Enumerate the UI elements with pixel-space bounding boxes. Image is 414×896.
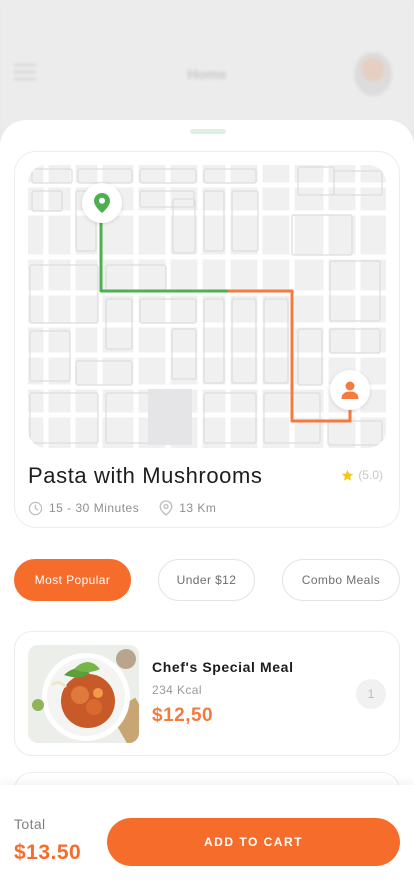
meal-image xyxy=(28,645,139,743)
background-title: Home xyxy=(187,66,227,82)
add-to-cart-button[interactable]: ADD TO CART xyxy=(107,818,400,866)
filter-chips: Most Popular Under $12 Combo Meals xyxy=(14,559,400,601)
chip-most-popular[interactable]: Most Popular xyxy=(14,559,131,601)
destination-marker[interactable] xyxy=(330,370,370,410)
total-label: Total xyxy=(14,816,46,832)
meal-name: Chef's Special Meal xyxy=(152,659,294,675)
delivery-meta: 15 - 30 Minutes 13 Km xyxy=(28,500,236,516)
sheet-grabber[interactable] xyxy=(190,129,226,134)
person-icon xyxy=(341,381,359,399)
meal-card[interactable]: Chef's Special Meal 234 Kcal $12,50 1 xyxy=(14,631,400,756)
avatar xyxy=(354,52,392,96)
star-icon xyxy=(342,469,354,481)
map-pin-icon xyxy=(94,193,110,213)
rating: (5.0) xyxy=(341,468,383,482)
background-header: Home xyxy=(0,0,414,130)
delivery-time: 15 - 30 Minutes xyxy=(28,501,139,516)
total-value: $13.50 xyxy=(14,841,82,864)
restaurant-card: Pasta with Mushrooms (5.0) 15 - 30 Minut… xyxy=(14,151,400,528)
restaurant-marker[interactable] xyxy=(82,183,122,223)
delivery-distance: 13 Km xyxy=(159,500,216,516)
chip-under-12[interactable]: Under $12 xyxy=(158,559,255,601)
checkout-bar: Total $13.50 ADD TO CART xyxy=(0,785,414,896)
clock-icon xyxy=(28,501,43,515)
meal-kcal: 234 Kcal xyxy=(152,683,202,697)
meal-price: $12,50 xyxy=(152,705,214,726)
delivery-distance-text: 13 Km xyxy=(179,501,217,515)
delivery-time-text: 15 - 30 Minutes xyxy=(49,501,140,515)
delivery-map[interactable] xyxy=(28,165,386,448)
dish-title: Pasta with Mushrooms xyxy=(28,463,263,488)
location-icon xyxy=(159,500,173,516)
quantity-badge[interactable]: 1 xyxy=(356,679,386,709)
chip-combo-meals[interactable]: Combo Meals xyxy=(282,559,400,601)
bottom-sheet: Pasta with Mushrooms (5.0) 15 - 30 Minut… xyxy=(0,120,414,896)
rating-value: (5.0) xyxy=(358,468,383,482)
